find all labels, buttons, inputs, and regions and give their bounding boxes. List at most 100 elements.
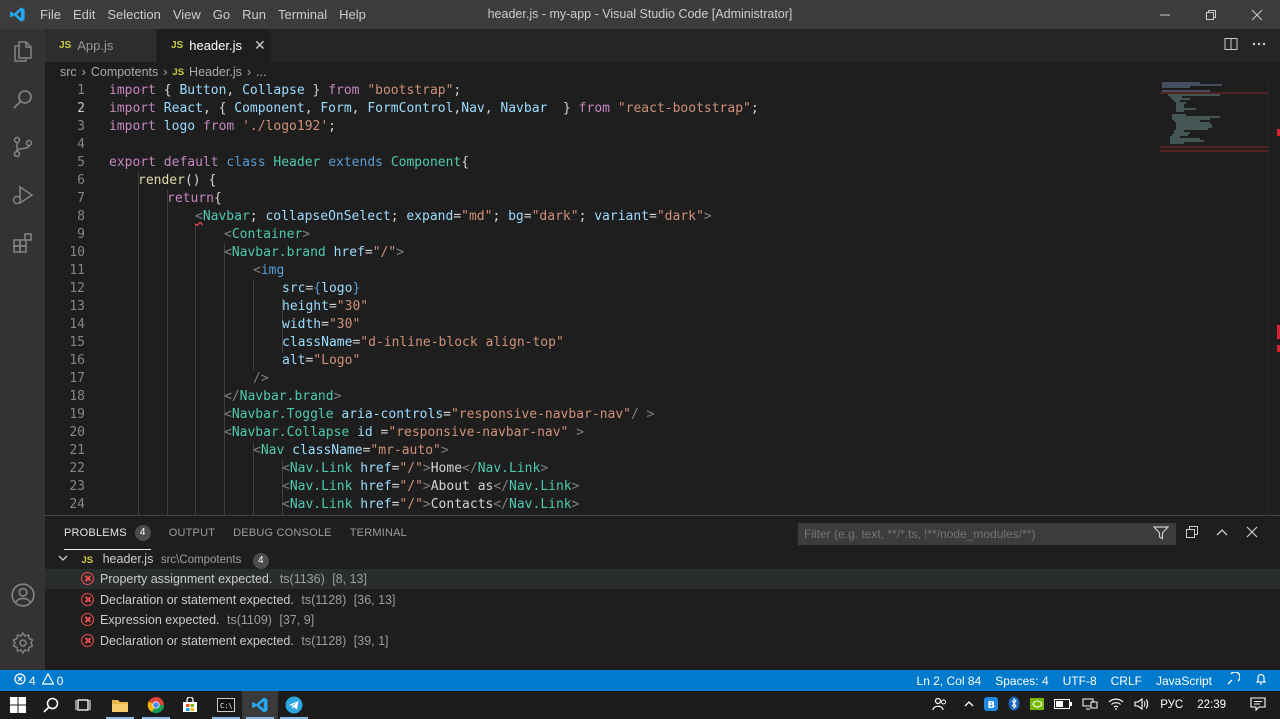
code-line: 2 import React, { Component, Form, FormCo… (77, 101, 759, 116)
tab-header-js[interactable]: JS header.js ✕ (157, 29, 271, 62)
battery-icon[interactable] (1054, 698, 1073, 712)
window-controls (1142, 0, 1280, 29)
collapse-all-icon[interactable] (1185, 525, 1199, 542)
problems-filter-input[interactable] (798, 523, 1176, 545)
status-bar: 4 0 Ln 2, Col 84 Spaces: 4 UTF-8 CRLF Ja… (0, 670, 1280, 691)
code-line: 3 import logo from './logo192'; (77, 119, 336, 134)
problem-item[interactable]: Expression expected. ts(1109) [37, 9] (45, 610, 1280, 630)
code-line: 22 <Nav.Link href="/">Home</Nav.Link> (69, 461, 549, 476)
problem-item[interactable]: Declaration or statement expected. ts(11… (45, 590, 1280, 610)
menu-run[interactable]: Run (236, 0, 272, 29)
cursor-position[interactable]: Ln 2, Col 84 (917, 674, 982, 688)
vscode-logo-icon[interactable] (0, 0, 34, 29)
tab-close-icon[interactable]: ✕ (254, 37, 266, 54)
code-line: 8 <Navbar; collapseOnSelect; expand="md";… (77, 209, 712, 224)
problem-item[interactable]: Property assignment expected. ts(1136) [… (45, 569, 1280, 589)
nvidia-icon[interactable] (1030, 697, 1045, 713)
menu-selection[interactable]: Selection (101, 0, 166, 29)
panel-actions (1185, 516, 1259, 550)
code-line: 4 (77, 137, 85, 152)
indentation[interactable]: Spaces: 4 (995, 674, 1048, 688)
code-line: 19 <Navbar.Toggle aria-controls="responsi… (69, 407, 655, 422)
breadcrumb-src[interactable]: src (60, 65, 77, 79)
wifi-icon[interactable] (1108, 698, 1124, 713)
vscode-taskbar-icon[interactable] (242, 691, 278, 719)
code-editor[interactable]: 1 import { Button, Collapse } from "boots… (45, 82, 1155, 515)
problems-file-row[interactable]: JS header.js src\Compotents 4 (45, 549, 1280, 569)
terminal-app-icon[interactable]: C:\ (208, 691, 244, 719)
minimize-icon[interactable] (1142, 0, 1188, 29)
account-icon[interactable] (0, 573, 45, 617)
error-count: 4 (29, 673, 36, 688)
menu-help[interactable]: Help (333, 0, 372, 29)
gear-icon[interactable] (0, 621, 45, 665)
tray-expand-icon[interactable] (964, 699, 974, 711)
code-line: 12 src={logo} (69, 281, 361, 296)
search-icon[interactable] (0, 77, 45, 121)
chevron-up-icon[interactable] (1215, 525, 1229, 542)
error-count-icon (14, 673, 26, 688)
tab-debug-console[interactable]: DEBUG CONSOLE (233, 516, 332, 550)
bell-icon[interactable] (1254, 672, 1268, 689)
editor-scrollbar[interactable] (1268, 82, 1280, 515)
files-icon[interactable] (0, 29, 45, 73)
tab-problems[interactable]: PROBLEMS 4 (64, 516, 151, 550)
network-icon[interactable] (1082, 698, 1098, 713)
error-icon (81, 593, 94, 606)
telegram-icon[interactable] (276, 691, 312, 719)
tab-terminal[interactable]: TERMINAL (350, 516, 407, 550)
restore-icon[interactable] (1188, 0, 1234, 29)
breadcrumb-file[interactable]: Header.js (189, 65, 242, 79)
code-line: 9 <Container> (77, 227, 311, 242)
extensions-icon[interactable] (0, 221, 45, 265)
windows-start-icon[interactable] (0, 691, 36, 719)
menu-go[interactable]: Go (207, 0, 236, 29)
language-mode[interactable]: JavaScript (1156, 674, 1212, 688)
people-icon[interactable] (932, 697, 948, 714)
title-bar: File Edit Selection View Go Run Terminal… (0, 0, 1280, 29)
encoding[interactable]: UTF-8 (1063, 674, 1097, 688)
source-control-icon[interactable] (0, 125, 45, 169)
menu-file[interactable]: File (34, 0, 67, 29)
tab-label: App.js (77, 38, 114, 53)
code-line: 11 <img (69, 263, 285, 278)
split-editor-icon[interactable] (1224, 37, 1238, 54)
filter-icon[interactable] (1152, 526, 1170, 543)
tab-app-js[interactable]: JS App.js (45, 29, 157, 62)
menu-view[interactable]: View (167, 0, 207, 29)
close-icon[interactable] (1234, 0, 1280, 29)
file-explorer-icon[interactable] (102, 691, 138, 719)
close-panel-icon[interactable] (1245, 525, 1259, 542)
bluetooth-icon[interactable] (1008, 696, 1020, 714)
notifications-icon[interactable] (1250, 696, 1266, 714)
clock[interactable]: 22:39 (1197, 699, 1226, 711)
breadcrumb-symbol[interactable]: ... (256, 65, 266, 79)
menu-bar: File Edit Selection View Go Run Terminal… (34, 0, 372, 29)
feedback-icon[interactable] (1226, 671, 1241, 689)
taskbar-search-icon[interactable] (33, 691, 69, 719)
task-view-icon[interactable] (66, 691, 102, 719)
warning-count-icon (41, 672, 55, 688)
breadcrumb: src › Compotents › JS Header.js › ... (45, 62, 1280, 82)
minimap[interactable] (1160, 82, 1268, 515)
editor-tabs: JS App.js JS header.js ✕ (45, 29, 1280, 62)
more-actions-icon[interactable] (1252, 37, 1266, 54)
run-debug-icon[interactable] (0, 173, 45, 217)
chevron-right-icon: › (246, 65, 252, 79)
code-line: 20 <Navbar.Collapse id ="responsive-navba… (69, 425, 585, 440)
tray-app-b-icon[interactable]: B (984, 696, 999, 714)
tab-output[interactable]: OUTPUT (169, 516, 215, 550)
menu-edit[interactable]: Edit (67, 0, 101, 29)
volume-icon[interactable] (1134, 697, 1150, 713)
breadcrumb-folder[interactable]: Compotents (91, 65, 158, 79)
js-file-icon: JS (81, 555, 94, 566)
menu-terminal[interactable]: Terminal (272, 0, 333, 29)
chrome-icon[interactable] (138, 691, 174, 719)
problem-item[interactable]: Declaration or statement expected. ts(11… (45, 631, 1280, 651)
problems-status[interactable]: 4 0 (14, 670, 63, 691)
keyboard-language[interactable]: РУС (1160, 699, 1183, 711)
store-icon[interactable] (172, 691, 208, 719)
code-line: 21 <Nav className="mr-auto"> (69, 443, 449, 458)
code-line: 5 export default class Header extends Com… (77, 155, 470, 170)
line-ending[interactable]: CRLF (1111, 674, 1142, 688)
